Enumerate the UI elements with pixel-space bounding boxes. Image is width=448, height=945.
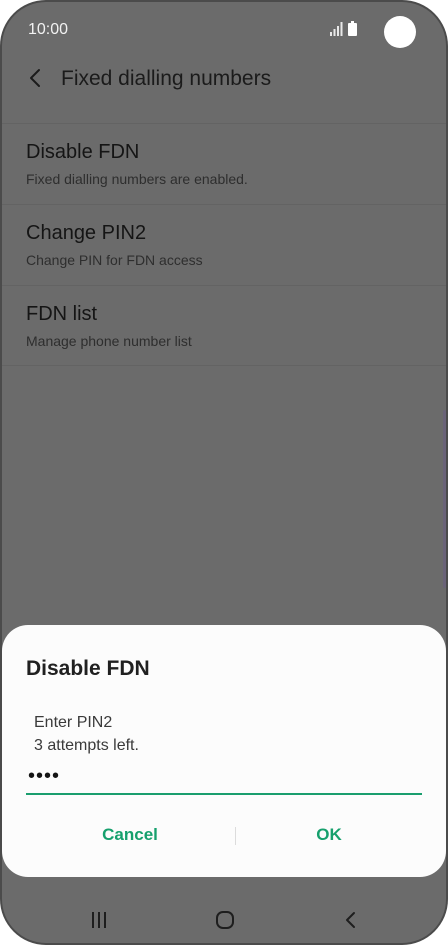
item-title: Change PIN2 [26, 222, 147, 244]
page-title: Fixed dialling numbers [61, 67, 272, 90]
pin-input[interactable] [26, 759, 422, 795]
settings-item-disable-fdn[interactable]: Disable FDN Fixed dialling numbers are e… [2, 123, 446, 204]
settings-item-fdn-list[interactable]: FDN list Manage phone number list [2, 285, 446, 366]
battery-icon [348, 21, 357, 36]
settings-item-change-pin2[interactable]: Change PIN2 Change PIN for FDN access [2, 204, 446, 285]
recents-icon[interactable] [88, 909, 110, 931]
app-header: Fixed dialling numbers [2, 58, 446, 108]
dialog-title: Disable FDN [26, 657, 150, 680]
phone-frame: 10:00 Fixed dialling numbers Disable FDN [0, 0, 448, 945]
status-time: 10:00 [28, 21, 69, 38]
back-icon[interactable] [340, 909, 362, 931]
item-subtitle: Fixed dialling numbers are enabled. [26, 171, 248, 187]
chevron-left-icon[interactable] [24, 66, 48, 90]
item-subtitle: Manage phone number list [26, 333, 192, 349]
item-title: Disable FDN [26, 141, 140, 163]
screen: 10:00 Fixed dialling numbers Disable FDN [2, 2, 446, 943]
pin-label: Enter PIN2 [34, 714, 113, 731]
ok-button[interactable]: OK [236, 815, 422, 855]
navigation-bar [2, 897, 446, 943]
edge-panel-handle[interactable] [443, 410, 446, 588]
item-subtitle: Change PIN for FDN access [26, 252, 203, 268]
status-bar: 10:00 [2, 2, 446, 58]
cancel-button[interactable]: Cancel [26, 815, 234, 855]
attempts-text: 3 attempts left. [34, 737, 139, 754]
settings-list: Disable FDN Fixed dialling numbers are e… [2, 123, 446, 366]
signal-icon [330, 22, 343, 36]
pin-dialog: Disable FDN Enter PIN2 3 attempts left. … [2, 625, 446, 877]
front-camera-icon [384, 16, 416, 48]
item-title: FDN list [26, 303, 98, 325]
home-icon[interactable] [214, 909, 236, 931]
